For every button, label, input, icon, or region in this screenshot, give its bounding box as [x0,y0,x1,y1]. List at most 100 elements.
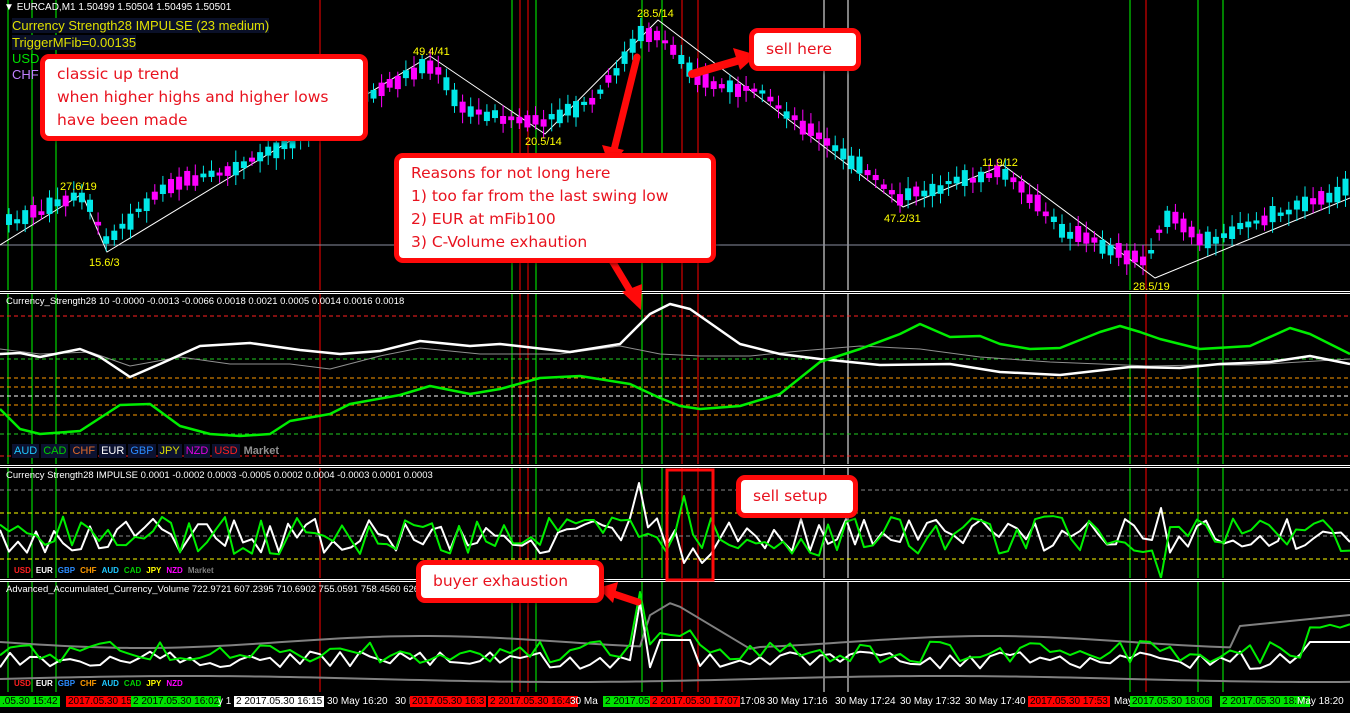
candle [605,75,612,83]
zigzag-label: 47.2/31 [884,213,921,225]
candle [888,190,895,195]
panel-separator[interactable] [0,291,1350,292]
legend-item-market[interactable]: Market [186,565,216,576]
legend-item-eur[interactable]: EUR [99,444,127,458]
candle [467,106,474,117]
legend-item-aud[interactable]: AUD [100,565,121,576]
legend-item-chf[interactable]: CHF [70,444,98,458]
candle [532,115,539,125]
legend-item-cad[interactable]: CAD [122,678,143,689]
legend-item-gbp[interactable]: GBP [56,565,77,576]
strength-chart-canvas[interactable] [0,294,1350,464]
candle [1083,232,1090,244]
time-axis-label: 2017.05.30 18:06 [1130,696,1212,707]
legend-item-nzd[interactable]: NZD [164,565,184,576]
candle [686,62,693,77]
candle [564,103,571,116]
candle [969,177,976,183]
candle [1269,206,1276,223]
candle [807,123,814,136]
candle [1188,226,1195,238]
legend-item-aud[interactable]: AUD [12,444,40,458]
zigzag-label: 11.9/12 [982,157,1018,169]
candle [435,67,442,75]
candle [589,97,596,105]
note-line: 2) EUR at mFib100 [411,210,556,228]
candle [1196,233,1203,246]
candle [1293,200,1300,210]
legend-item-eur[interactable]: EUR [34,565,55,576]
candle [386,79,393,88]
legend-item-cad[interactable]: CAD [122,565,143,576]
panel-separator[interactable] [0,465,1350,466]
legend-item-gbp[interactable]: GBP [56,678,77,689]
candle [751,88,758,92]
time-axis-label: 30 Ma [570,696,598,707]
candle [22,210,29,225]
volume-panel[interactable]: Advanced_Accumulated_Currency_Volume 722… [0,582,1350,692]
candle [14,219,21,224]
legend-item-eur[interactable]: EUR [34,678,55,689]
volume-lower-band [0,675,1350,683]
legend-item-aud[interactable]: AUD [100,678,121,689]
candle [1172,211,1179,224]
impulse-chart-canvas[interactable] [0,468,1350,578]
legend-item-usd[interactable]: USD [212,444,240,458]
candle [581,101,588,106]
candle [216,172,223,176]
legend-item-market[interactable]: Market [242,444,281,458]
candle [637,25,644,42]
legend-item-usd[interactable]: USD [12,565,33,576]
note-sell-setup: sell setup [736,475,858,518]
candle [249,157,255,162]
candle [556,109,563,124]
candle [281,140,288,150]
candle [1067,231,1074,239]
candle [451,89,458,107]
zigzag-label: 20.5/14 [525,136,562,148]
candle [1277,212,1284,216]
time-axis-label: 2 2017.05.30 16:15 [234,696,325,707]
volume-chart-canvas[interactable] [0,582,1350,692]
reference-gray-line [0,345,1350,370]
candle [1156,229,1163,233]
legend-item-jpy[interactable]: JPY [144,678,163,689]
candle [759,90,766,94]
legend-item-nzd[interactable]: NZD [164,678,184,689]
collapse-triangle-icon[interactable]: ▼ [4,2,14,13]
time-axis[interactable]: .05.30 15:42 2017.05.30 15 2 2017.05.30 16… [0,693,1350,713]
impulse-panel[interactable]: Currency Strength28 IMPULSE 0.0001 -0.00… [0,468,1350,578]
cad-volume-line [0,591,1350,664]
candle [864,170,871,176]
time-axis-label: 30 May 17:16 [767,696,828,707]
candle [370,89,377,99]
currency-strength-panel[interactable]: Currency_Strength28 10 -0.0000 -0.0013 -… [0,294,1350,464]
candle [87,199,93,212]
legend-item-chf[interactable]: CHF [78,678,98,689]
candle [46,197,53,214]
candle [629,38,636,53]
candle [1212,236,1219,244]
candle [1107,245,1114,256]
trigger-value: TriggerMFib=0.00135 [12,35,137,50]
candle [224,166,231,176]
candle [905,188,912,201]
legend-item-jpy[interactable]: JPY [157,444,182,458]
symbol-info: ▼ EURCAD,M1 1.50499 1.50504 1.50495 1.50… [4,2,231,13]
time-axis-label: 2 2017.05.30 17:07 [650,696,741,707]
candle [840,148,847,160]
candle [783,111,790,119]
legend-item-usd[interactable]: USD [12,678,33,689]
candle [508,116,515,121]
candle [1140,256,1146,266]
time-axis-label: .05.30 15:42 [0,696,60,707]
time-axis-label: 30 May 17:24 [835,696,896,707]
legend-item-chf[interactable]: CHF [78,565,98,576]
panel-separator[interactable] [0,579,1350,580]
candle [143,198,150,212]
legend-item-jpy[interactable]: JPY [144,565,163,576]
legend-item-gbp[interactable]: GBP [128,444,156,458]
legend-item-cad[interactable]: CAD [41,444,69,458]
candle [1042,211,1049,217]
legend-item-nzd[interactable]: NZD [183,444,211,458]
